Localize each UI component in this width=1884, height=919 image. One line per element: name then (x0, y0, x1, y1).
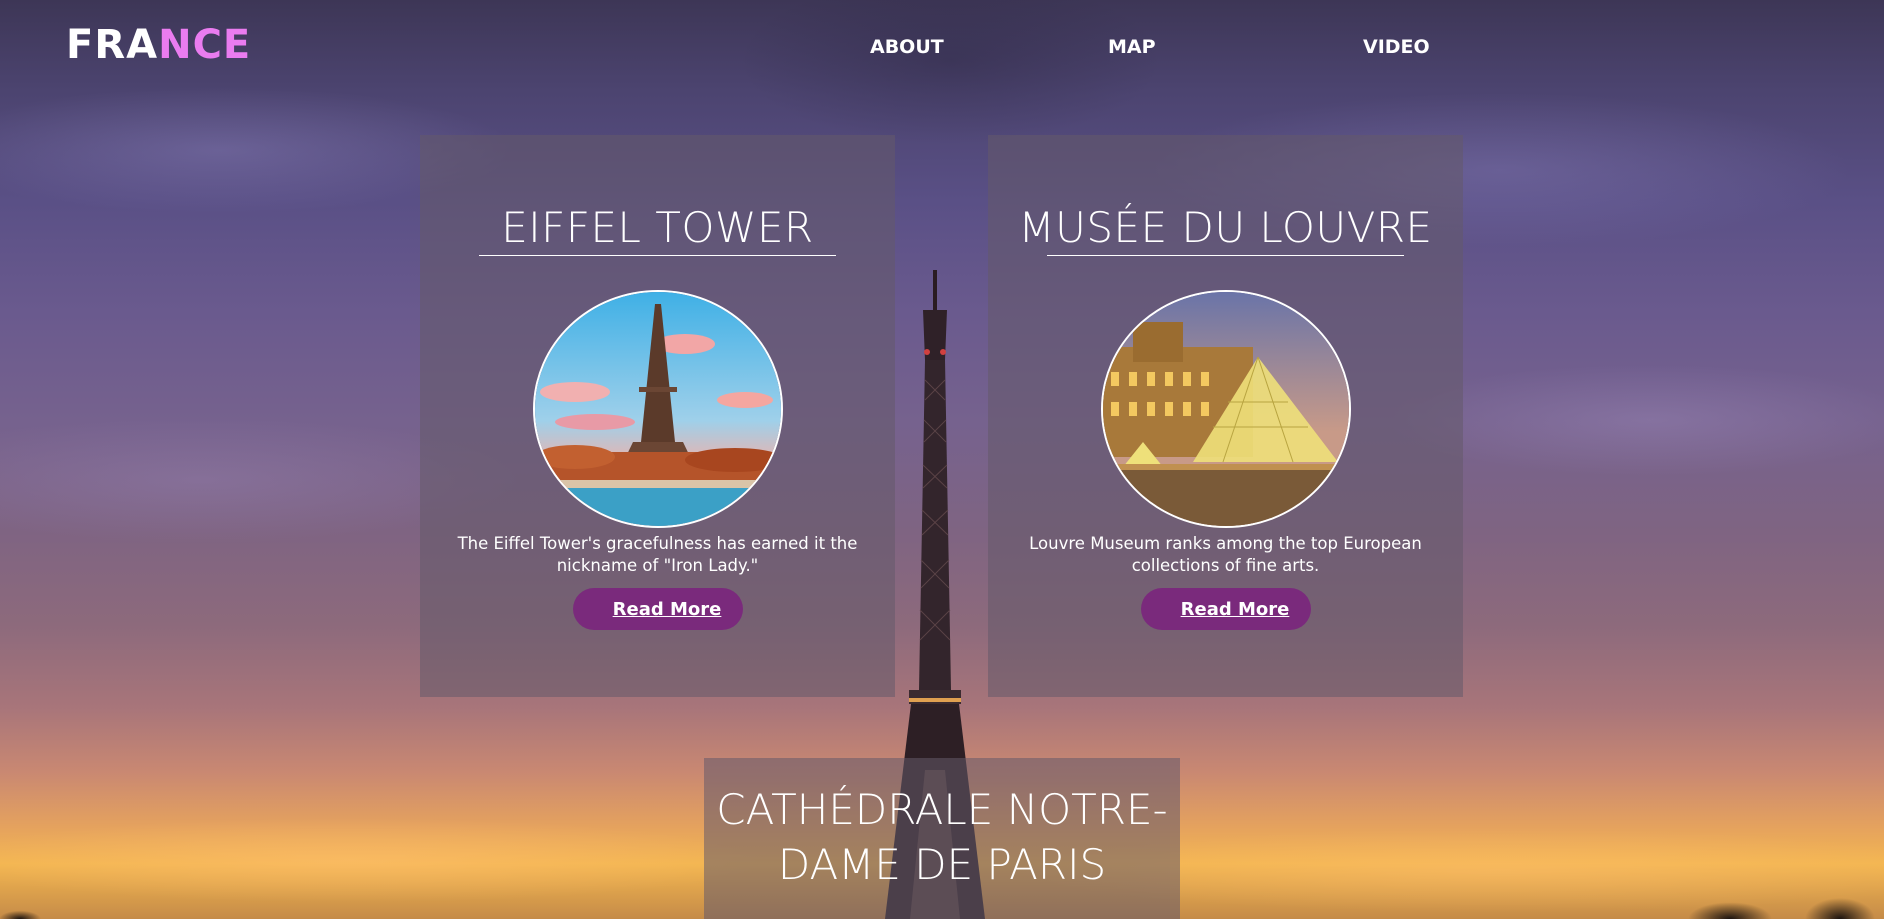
louvre-pyramid-photo-icon (1103, 292, 1349, 526)
page: FRANCE ABOUT MAP VIDEO EIFFEL TOWER The … (0, 0, 1884, 919)
eiffel-tower-photo-icon (535, 292, 781, 526)
eiffel-tower-photo (533, 290, 783, 528)
logo-text-accent: NCE (158, 22, 252, 68)
read-more-button[interactable]: Read More (1141, 588, 1311, 630)
title-underline (479, 255, 836, 256)
logo-text-plain: FRA (66, 22, 159, 68)
card-title-notre-dame: CATHÉDRALE NOTRE-DAME DE PARIS (716, 785, 1168, 889)
card-title: MUSÉE DU LOUVRE (1018, 203, 1433, 252)
card-title: EIFFEL TOWER (501, 203, 814, 252)
header: FRANCE ABOUT MAP VIDEO (0, 0, 1884, 95)
card-description: The Eiffel Tower's gracefulness has earn… (457, 534, 858, 575)
title-underline (1047, 255, 1404, 256)
read-more-button[interactable]: Read More (573, 588, 743, 630)
louvre-pyramid-photo (1101, 290, 1351, 528)
card-description: Louvre Museum ranks among the top Europe… (1029, 534, 1422, 575)
logo[interactable]: FRANCE (66, 22, 251, 68)
